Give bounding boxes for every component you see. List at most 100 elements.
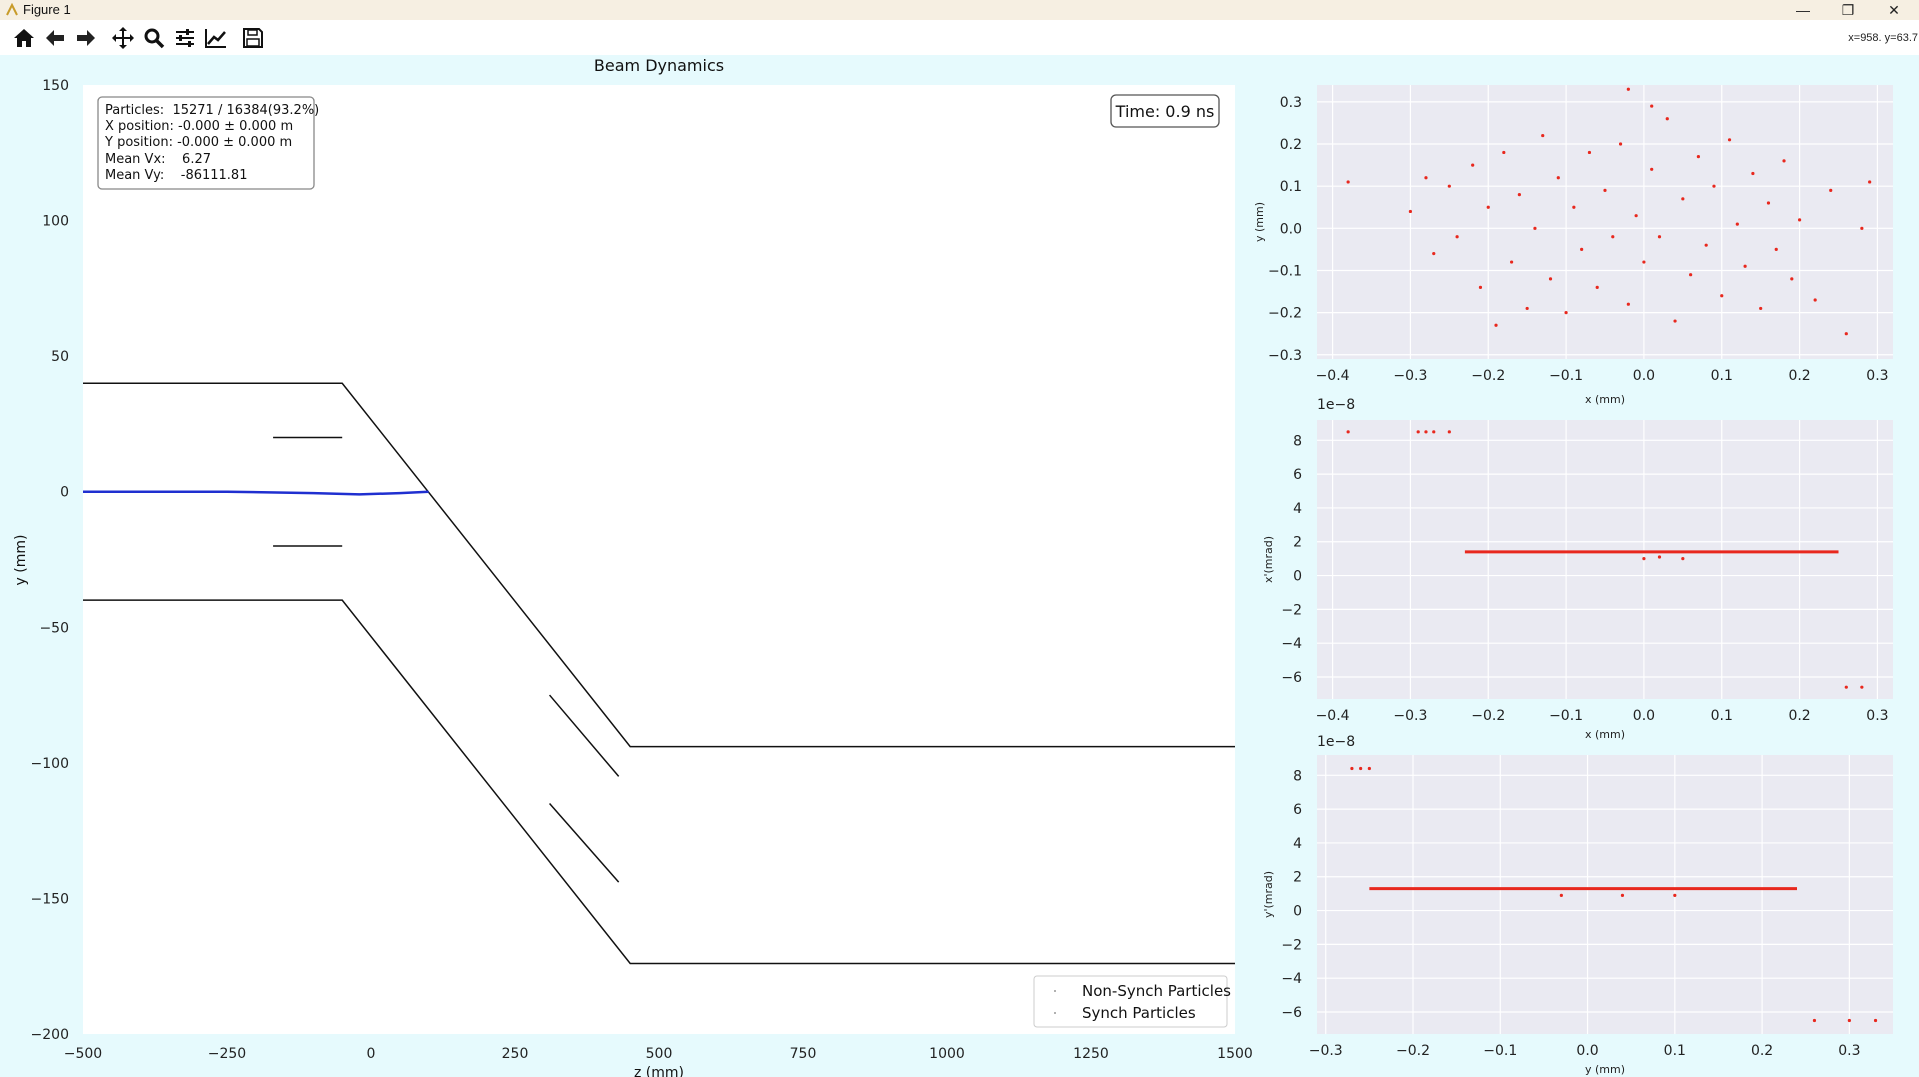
particle-point	[1657, 235, 1662, 239]
particle-point	[1844, 332, 1848, 336]
particle-point	[1844, 685, 1848, 689]
x-tick-label: 0.0	[1633, 708, 1655, 724]
main-x-tick-label: 250	[502, 1046, 529, 1062]
window-title: Figure 1	[23, 2, 71, 17]
x-tick-label: −0.2	[1471, 368, 1505, 384]
particle-point	[1681, 197, 1685, 201]
particle-point	[1564, 311, 1568, 315]
configure-subplots-icon	[176, 29, 194, 47]
edit-axis-button[interactable]	[203, 25, 229, 51]
particle-point	[1424, 430, 1428, 434]
particle-point	[1774, 247, 1778, 251]
main-y-tick-label: −100	[31, 756, 69, 772]
y-tick-label: 0	[1293, 904, 1302, 920]
matplotlib-app-icon	[6, 3, 18, 16]
legend-synch-label: Synch Particles	[1082, 1004, 1196, 1022]
subplot-exponent-label: 1e−8	[1317, 734, 1355, 750]
particle-point	[1812, 1018, 1817, 1023]
particle-point	[1868, 180, 1872, 184]
y-tick-label: −6	[1281, 670, 1302, 686]
time-box: Time: 0.9 ns	[1110, 94, 1220, 128]
particle-point	[1432, 430, 1436, 434]
back-arrow-icon	[46, 30, 64, 46]
subplot-x-axis-label: x (mm)	[1585, 393, 1625, 406]
x-tick-label: 0.3	[1866, 708, 1888, 724]
pan-button[interactable]	[110, 25, 136, 51]
y-tick-label: 0	[1293, 569, 1302, 585]
legend-marker-non-synch	[1054, 990, 1056, 992]
particle-point	[1782, 159, 1786, 163]
main-y-tick-label: 150	[42, 78, 69, 94]
x-tick-label: 0.0	[1633, 368, 1655, 384]
particle-point	[1873, 1018, 1878, 1023]
phase-space-y-yprime-axes[interactable]: −0.3 −0.2 −0.1 0.0 0.1 0.2 0.3 8 6 4 2 0 −2 −4 −6 y (mm…	[1262, 734, 1893, 1076]
particle-point	[1359, 766, 1363, 771]
figure-canvas[interactable]: Beam Dynamics −500 −250 0 250 500 750 1000 1250…	[0, 55, 1919, 1077]
phase-space-xy-axes[interactable]: −0.4 −0.3 −0.2 −0.1 0.0 0.1 0.2 0.3 0.3 0.2 0.1 0.0…	[1253, 85, 1893, 406]
particle-point	[1572, 205, 1576, 209]
particle-point	[1673, 319, 1677, 323]
main-y-axis-label: y (mm)	[13, 535, 29, 586]
edit-axis-icon	[205, 29, 226, 48]
y-tick-label: −0.2	[1268, 306, 1302, 322]
forward-button[interactable]	[73, 25, 99, 51]
particle-point	[1346, 180, 1350, 184]
home-button[interactable]	[11, 25, 37, 51]
x-tick-label: −0.1	[1549, 708, 1583, 724]
x-tick-label: −0.4	[1316, 708, 1350, 724]
zoom-button[interactable]	[141, 25, 167, 51]
y-tick-label: −2	[1281, 602, 1302, 618]
main-x-axis-label: z (mm)	[634, 1065, 684, 1077]
forward-arrow-icon	[77, 30, 95, 46]
particle-point	[1478, 285, 1483, 289]
main-axes-background	[83, 85, 1235, 1034]
particle-point	[1689, 273, 1693, 277]
x-tick-label: 0.1	[1711, 708, 1733, 724]
legend-non-synch-label: Non-Synch Particles	[1082, 982, 1231, 1000]
particle-point	[1455, 235, 1459, 239]
configure-subplots-button[interactable]	[172, 25, 198, 51]
main-x-tick-label: 1000	[929, 1046, 965, 1062]
main-plot-title: Beam Dynamics	[594, 56, 724, 75]
save-button[interactable]	[240, 25, 266, 51]
particle-point	[1533, 226, 1537, 230]
y-tick-label: −0.3	[1268, 348, 1302, 364]
particle-point	[1447, 184, 1451, 188]
info-line-particles: Particles: 15271 / 16384(93.2%)	[105, 103, 319, 118]
particle-point	[1559, 893, 1563, 897]
particle-point	[1471, 163, 1475, 167]
y-tick-label: 0.3	[1280, 95, 1302, 111]
particle-point	[1408, 209, 1413, 214]
particle-point	[1650, 167, 1654, 171]
y-tick-label: 6	[1293, 467, 1302, 483]
close-button[interactable]: ✕	[1872, 0, 1916, 20]
particle-point	[1509, 260, 1514, 264]
main-x-tick-label: 750	[790, 1046, 817, 1062]
main-beam-axes[interactable]: Beam Dynamics −500 −250 0 250 500 750 1000 1250…	[13, 56, 1253, 1077]
main-x-tick-label: −500	[64, 1046, 102, 1062]
back-button[interactable]	[42, 25, 68, 51]
x-tick-label: 0.1	[1711, 368, 1733, 384]
y-tick-label: 4	[1293, 836, 1302, 852]
main-y-tick-label: 0	[60, 485, 69, 501]
particle-point	[1548, 277, 1553, 281]
main-y-tick-label: −200	[31, 1027, 69, 1043]
window-titlebar: Figure 1 — ❐ ✕	[0, 0, 1919, 20]
particle-point	[1665, 117, 1669, 121]
y-tick-label: 0.0	[1280, 221, 1302, 237]
particle-point	[1847, 1018, 1851, 1023]
phase-space-x-xprime-axes[interactable]: −0.4 −0.3 −0.2 −0.1 0.0 0.1 0.2 0.3 8 6 4 2 0 −2 −4 −6 x…	[1262, 397, 1893, 741]
main-y-tick-label: −150	[31, 891, 69, 907]
particle-point	[1424, 176, 1428, 180]
restore-button[interactable]: ❐	[1826, 0, 1870, 20]
subplot-background	[1317, 420, 1893, 699]
cursor-coordinate-readout: x=958. y=63.7	[1848, 32, 1918, 44]
main-x-tick-label: 0	[367, 1046, 376, 1062]
particle-point	[1642, 557, 1646, 561]
main-x-tick-label: −250	[208, 1046, 246, 1062]
info-line-y-position: Y position: -0.000 ± 0.000 m	[104, 135, 292, 150]
particle-point	[1525, 306, 1529, 311]
minimize-button[interactable]: —	[1781, 0, 1825, 20]
particle-point	[1657, 555, 1662, 559]
main-x-tick-label: 1500	[1217, 1046, 1253, 1062]
